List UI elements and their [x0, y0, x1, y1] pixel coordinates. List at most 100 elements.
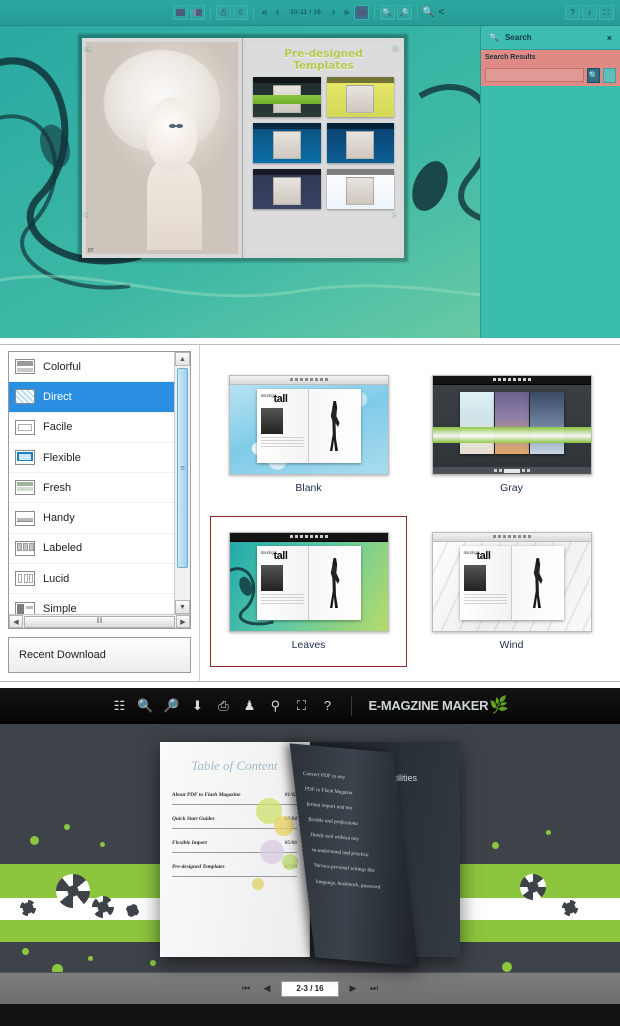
search-options-button[interactable] [603, 67, 616, 83]
toc-entry[interactable]: Pre-designed Templates 07/08 [172, 864, 297, 877]
template-list-horizontal-scrollbar[interactable]: ◀ ‖‖ ▶ [9, 614, 190, 628]
horizontal-scroll-thumb[interactable]: ‖‖ [24, 615, 175, 628]
search-submit-button[interactable]: 🔍 [587, 67, 600, 83]
top-flipbook-viewer: ⎙ ⇩ « ‹ 10-11 / 16 › » 🔍 🔎 🔍 < ? ♪ ⛶ « »… [0, 0, 620, 338]
preview-text-line [260, 437, 304, 439]
zoom-out-button[interactable]: 🔎 [163, 698, 179, 714]
book-corner-next[interactable]: › [392, 206, 396, 220]
theme-label: Blank [295, 482, 322, 494]
scroll-right-button[interactable]: ▶ [176, 615, 190, 628]
sound-button[interactable]: ♪ [582, 5, 597, 20]
splatter-dot [502, 962, 512, 972]
preview-toolbar [432, 533, 591, 542]
book-page-left[interactable]: Table of Content About PDF to Flash Maga… [160, 742, 310, 957]
thumb-toolbar [253, 169, 321, 175]
template-thumbnail[interactable] [253, 169, 321, 209]
zoom-out-button[interactable]: 🔎 [396, 5, 412, 20]
search-panel-header: 🔍 Search × [481, 26, 620, 50]
zoom-in-button[interactable]: 🔍 [379, 5, 395, 20]
help-button[interactable]: ? [565, 5, 580, 20]
preview-toolbar-icons [492, 535, 531, 538]
first-page-button[interactable]: ⏮ [239, 982, 253, 996]
theme-card-gray[interactable]: Gray [413, 359, 610, 510]
theme-card-blank[interactable]: standingtall Blank [210, 359, 407, 510]
book-corner-prev[interactable]: ‹ [84, 206, 88, 220]
thumbnails-button[interactable] [353, 5, 369, 20]
last-page-button[interactable]: ⏭ [367, 982, 381, 996]
template-thumbnail[interactable] [253, 123, 321, 163]
zoom-in-button[interactable]: 🔍 [137, 698, 153, 714]
scroll-left-button[interactable]: ◀ [9, 615, 23, 628]
template-list-item-colorful[interactable]: Colorful [9, 352, 174, 383]
template-list-item-labeled[interactable]: Labeled [9, 534, 174, 565]
previous-page-button[interactable]: ‹ [272, 5, 283, 20]
first-page-button[interactable]: « [259, 5, 270, 20]
next-page-button[interactable]: › [328, 5, 339, 20]
download-icon: ⬇ [191, 698, 203, 713]
recent-download-button[interactable]: Recent Download [8, 637, 191, 673]
top-viewer-stage: « » ‹ › 07 Pre-designed Templates 🔍 Sear… [0, 26, 620, 338]
help-icon: ? [570, 7, 575, 17]
flipbook[interactable]: 07 Pre-designed Templates [78, 34, 408, 262]
download-button[interactable]: ⬇ [189, 698, 205, 714]
template-list-item-label: Flexible [43, 451, 81, 464]
fullscreen-button[interactable]: ⛶ [599, 5, 614, 20]
print-button[interactable]: ⎙ [215, 698, 231, 714]
thumbnails-button[interactable]: ☷ [111, 698, 127, 714]
template-list-item-handy[interactable]: Handy [9, 503, 174, 534]
template-list-item-direct[interactable]: Direct [9, 382, 174, 413]
share-button[interactable]: < [436, 5, 447, 20]
book-corner-last[interactable]: » [392, 40, 399, 54]
template-thumbnail[interactable] [326, 169, 394, 209]
templates-thumbnail-grid [253, 77, 394, 209]
splatter-dot [492, 842, 499, 849]
book-page-left[interactable]: 07 [82, 38, 243, 258]
next-page-button[interactable]: ▶ [346, 982, 360, 996]
splatter-dot [150, 960, 156, 966]
previous-page-button[interactable]: ◀ [260, 982, 274, 996]
template-thumbnail[interactable] [326, 77, 394, 117]
template-list-vertical-scrollbar[interactable]: ▲ ▼ [174, 352, 190, 614]
template-lucid-icon [15, 571, 35, 587]
scroll-down-button[interactable]: ▼ [175, 600, 190, 614]
preview-cover [494, 392, 529, 454]
template-list-item-lucid[interactable]: Lucid [9, 564, 174, 595]
print-button[interactable]: ⎙ [216, 5, 232, 20]
bottom-flipbook[interactable]: Table of Content About PDF to Flash Maga… [160, 742, 460, 967]
book-page-right[interactable]: Pre-designed Templates [243, 38, 404, 258]
theme-preview-gray [431, 375, 592, 475]
search-button[interactable]: 🔍 [422, 5, 434, 20]
bubble-decoration [282, 854, 298, 870]
template-list-box: Colorful Direct Facile Flexible Fresh Ha… [8, 351, 191, 629]
vertical-scroll-thumb[interactable] [177, 368, 188, 568]
template-list-item-flexible[interactable]: Flexible [9, 443, 174, 474]
last-page-button[interactable]: » [341, 5, 352, 20]
search-icon: 🔍 [489, 33, 499, 42]
double-page-view-button[interactable] [190, 5, 206, 20]
template-list-item-simple[interactable]: Simple [9, 594, 174, 614]
page-indicator[interactable]: 2-3 / 16 [281, 980, 339, 997]
template-direct-icon [15, 389, 35, 405]
close-icon[interactable]: × [607, 33, 612, 43]
template-thumbnail[interactable] [326, 123, 394, 163]
toc-title: Table of Content [191, 758, 278, 773]
theme-card-wind[interactable]: standingtall Wind [413, 516, 610, 667]
single-page-view-button[interactable] [173, 5, 189, 20]
preview-headline-small: standing [260, 393, 275, 398]
template-list-item-facile[interactable]: Facile [9, 413, 174, 443]
fullscreen-button[interactable]: ⛶ [293, 698, 309, 714]
search-button[interactable]: ⚲ [267, 698, 283, 714]
download-button[interactable]: ⇩ [233, 5, 249, 20]
template-list-item-label: Lucid [43, 572, 70, 585]
scroll-up-button[interactable]: ▲ [175, 352, 190, 366]
download-icon: ⇩ [237, 7, 244, 17]
preview-book: standingtall [256, 389, 361, 463]
template-thumbnail[interactable] [253, 77, 321, 117]
help-button[interactable]: ? [319, 698, 335, 714]
book-corner-first[interactable]: « [84, 40, 91, 54]
template-list-item-fresh[interactable]: Fresh [9, 473, 174, 504]
share-button[interactable]: ♟ [241, 698, 257, 714]
leaf-logo-icon: 🌿 [489, 695, 510, 716]
search-input[interactable] [485, 68, 584, 82]
theme-card-leaves[interactable]: standingtall Leaves [210, 516, 407, 667]
